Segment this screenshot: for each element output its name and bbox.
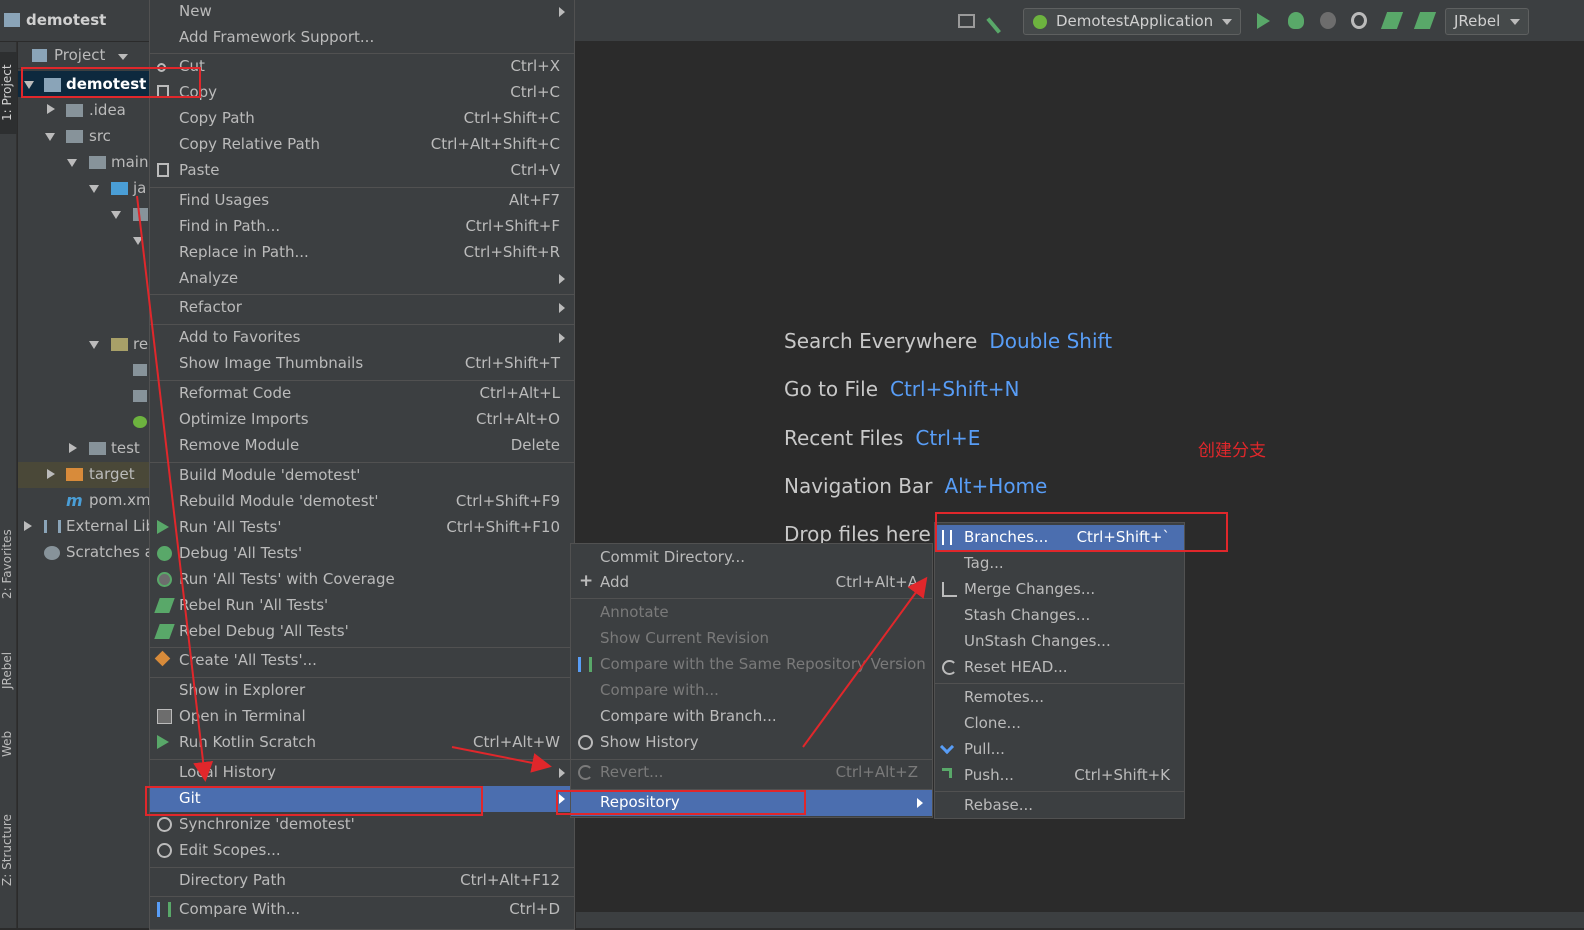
arrow-demotest-to-git — [136, 195, 214, 782]
annotation-arrows — [136, 195, 928, 782]
arrow-repository-to-branches — [802, 576, 928, 748]
arrow-git-to-repository — [451, 746, 552, 773]
